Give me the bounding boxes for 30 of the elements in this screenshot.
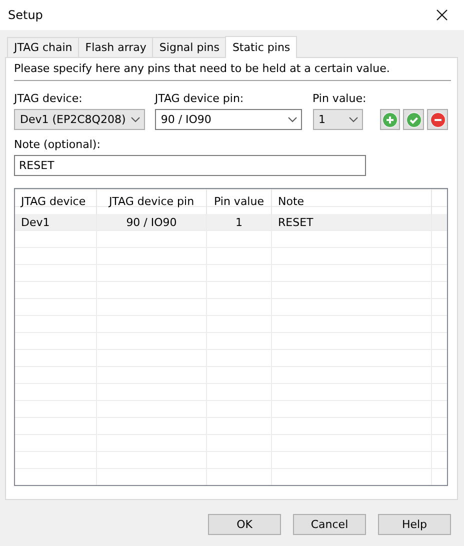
note-field[interactable]: RESET bbox=[14, 155, 366, 176]
chevron-down-icon bbox=[130, 116, 140, 122]
plus-circle-icon bbox=[382, 112, 398, 128]
dialog-button[interactable]: Help bbox=[378, 514, 451, 535]
table-cell: Dev1 bbox=[15, 214, 97, 231]
dropdown[interactable]: 90 / IO90 bbox=[154, 109, 302, 130]
dropdown[interactable]: Dev1 (EP2C8Q208) bbox=[14, 109, 145, 130]
add-button[interactable] bbox=[380, 109, 400, 130]
field-label: JTAG device pin: bbox=[154, 92, 245, 105]
chevron-down-icon bbox=[288, 116, 297, 122]
dropdown[interactable]: 1 bbox=[312, 109, 363, 130]
minus-circle-icon bbox=[430, 112, 446, 128]
table-cell: RESET bbox=[272, 214, 432, 231]
dialog-button[interactable]: Cancel bbox=[293, 514, 366, 535]
remove-button[interactable] bbox=[427, 109, 448, 130]
instruction-text: Please specify here any pins that need to be held at a certain value. bbox=[14, 62, 451, 81]
field-label: Note (optional): bbox=[14, 138, 100, 151]
window-title: Setup bbox=[8, 8, 43, 22]
tab[interactable]: JTAG chain bbox=[7, 37, 80, 57]
dialog-button[interactable]: OK bbox=[208, 514, 281, 535]
table-cell: 1 bbox=[207, 214, 272, 231]
close-icon bbox=[436, 9, 448, 21]
check-circle-icon bbox=[406, 112, 422, 128]
chevron-down-icon bbox=[348, 116, 358, 122]
field-label: JTAG device: bbox=[14, 92, 84, 105]
apply-button[interactable] bbox=[403, 109, 424, 130]
tab[interactable]: Static pins bbox=[225, 36, 298, 58]
table-cell: 90 / IO90 bbox=[97, 214, 207, 231]
field-label: Pin value: bbox=[312, 92, 363, 105]
table-row[interactable]: Dev1 90 / IO90 1 RESET bbox=[15, 214, 447, 231]
